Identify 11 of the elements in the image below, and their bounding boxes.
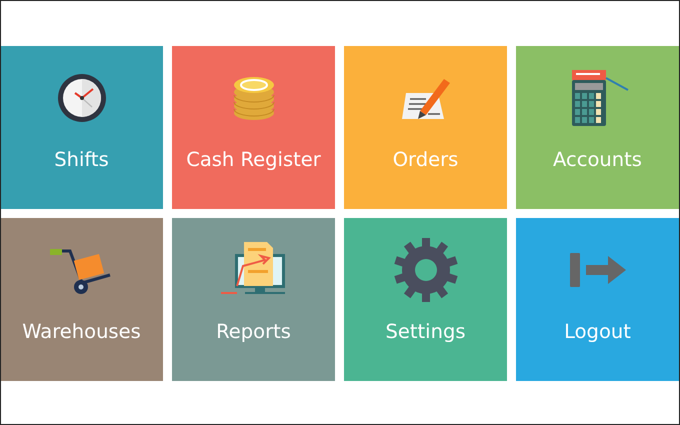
menu-tile[interactable]: Reports [172, 218, 335, 381]
menu-tile[interactable]: Logout [516, 218, 679, 381]
logout-icon [570, 253, 626, 287]
menu-tile[interactable]: Settings [344, 218, 507, 381]
clock-icon [56, 73, 106, 123]
menu-tile[interactable]: Accounts [516, 46, 679, 209]
gear-icon [392, 237, 458, 303]
menu-tile[interactable]: Shifts [1, 46, 163, 209]
menu-tile[interactable]: Warehouses [1, 218, 163, 381]
menu-tile[interactable]: Cash Register [172, 46, 335, 209]
menu-tile[interactable]: Orders [344, 46, 507, 209]
